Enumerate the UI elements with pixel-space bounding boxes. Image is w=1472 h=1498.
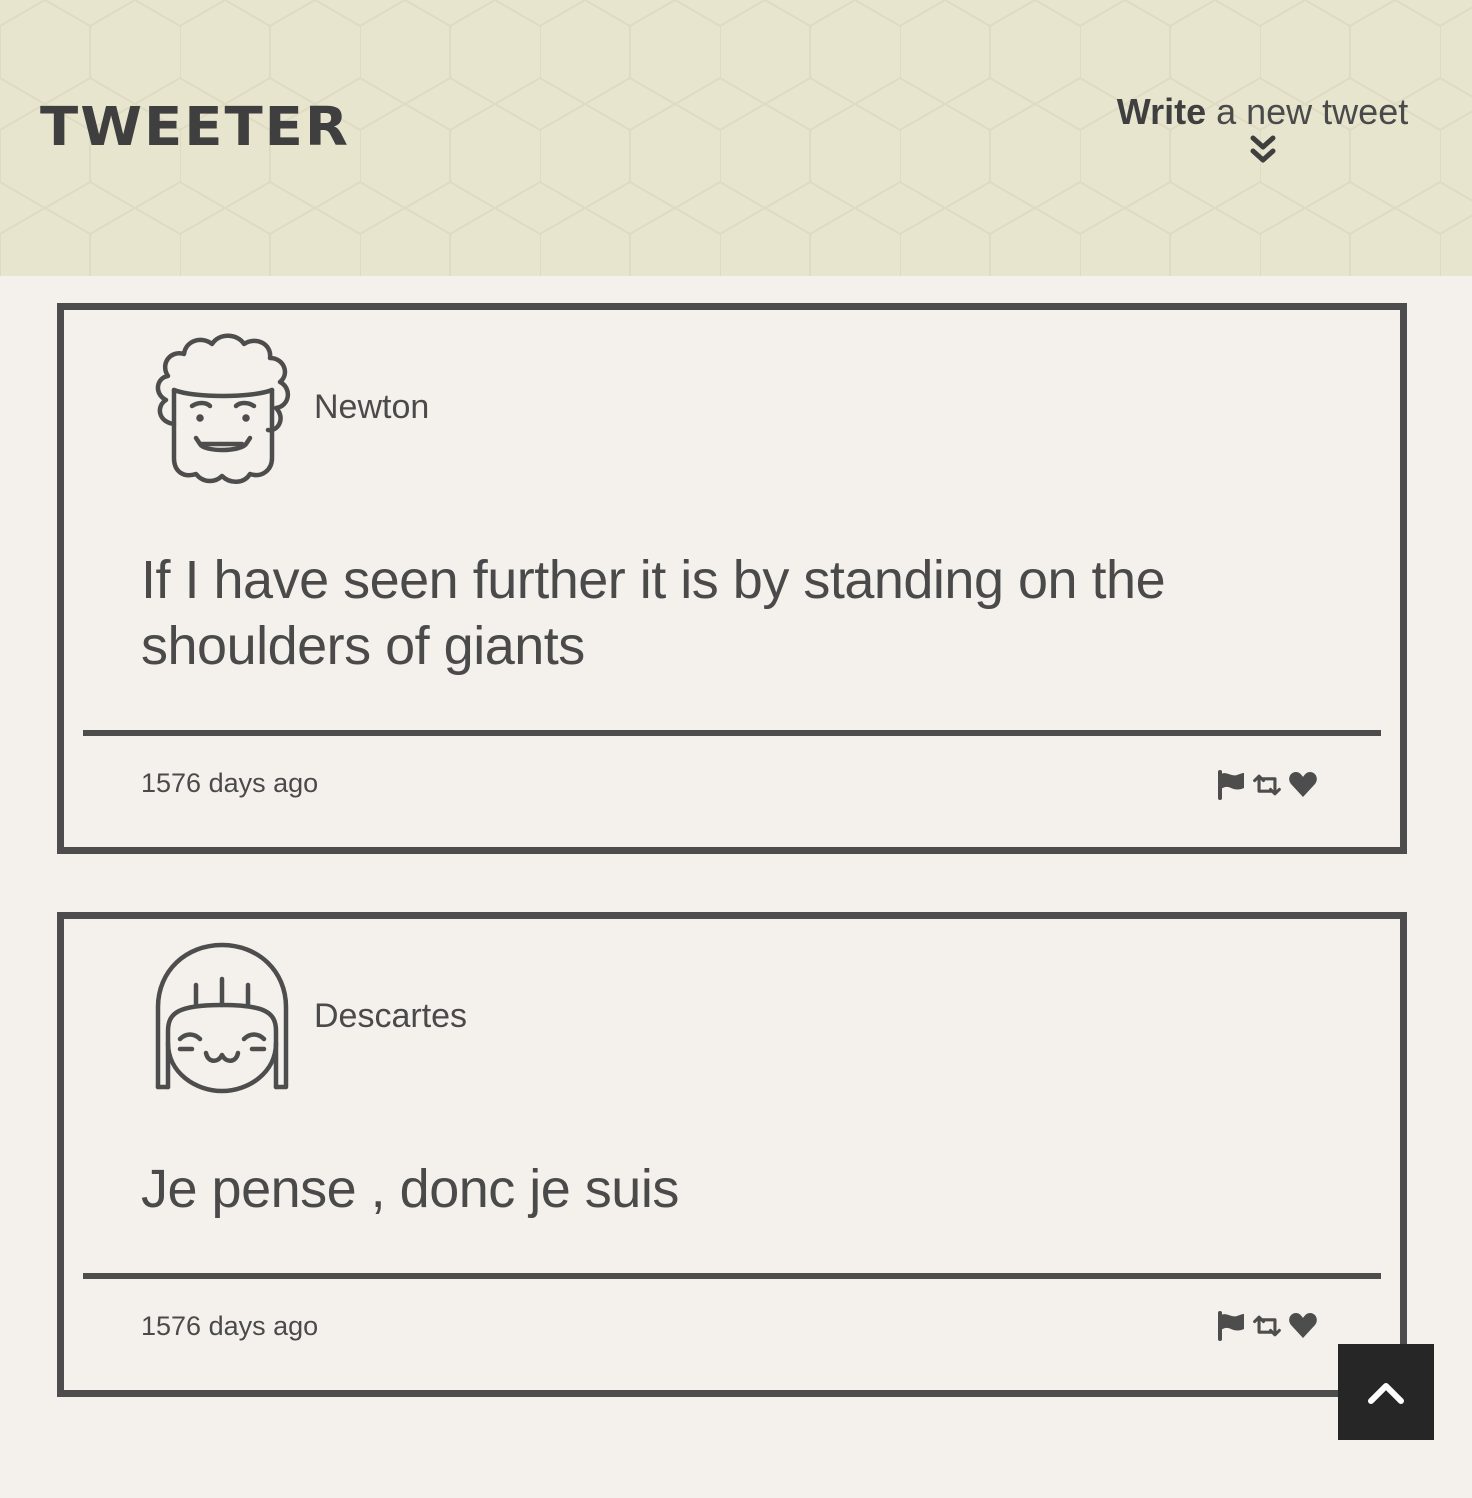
tweet-user-name[interactable]: Descartes [314,997,467,1036]
retweet-icon[interactable] [1252,770,1282,800]
scroll-to-top-button[interactable] [1338,1344,1434,1440]
tweet-timestamp: 1576 days ago [141,1311,319,1341]
tweet-text: If I have seen further it is by standing… [141,550,1166,676]
tweet-divider [83,1273,1381,1279]
tweet-card: Newton If I have seen further it is by s… [57,303,1407,854]
tweet-divider [83,730,1381,736]
page-header: TWEETER Write a new tweet [0,0,1472,276]
heart-icon[interactable] [1288,770,1318,800]
double-chevron-down-icon [1250,135,1275,163]
tweet-text: Je pense , donc je suis [141,1159,679,1219]
compose-tweet-toggle[interactable]: Write a new tweet [1110,92,1415,166]
heart-icon[interactable] [1288,1311,1318,1341]
compose-label-rest: a new tweet [1206,91,1409,132]
tweet-user-name[interactable]: Newton [314,388,429,427]
tweet-card: Descartes Je pense , donc je suis 1576 d… [57,912,1407,1397]
retweet-icon[interactable] [1252,1311,1282,1341]
curly-hair-face-avatar [155,333,290,484]
flag-icon[interactable] [1216,770,1246,800]
tweet-actions [1216,1311,1318,1341]
brand-logo[interactable]: TWEETER [40,101,350,154]
tweet-timestamp: 1576 days ago [141,768,319,798]
flag-icon[interactable] [1216,1311,1246,1341]
compose-label-strong: Write [1116,91,1207,132]
chevron-up-icon [1368,1383,1404,1404]
tweet-actions [1216,770,1318,800]
bob-hair-face-avatar [155,942,289,1094]
